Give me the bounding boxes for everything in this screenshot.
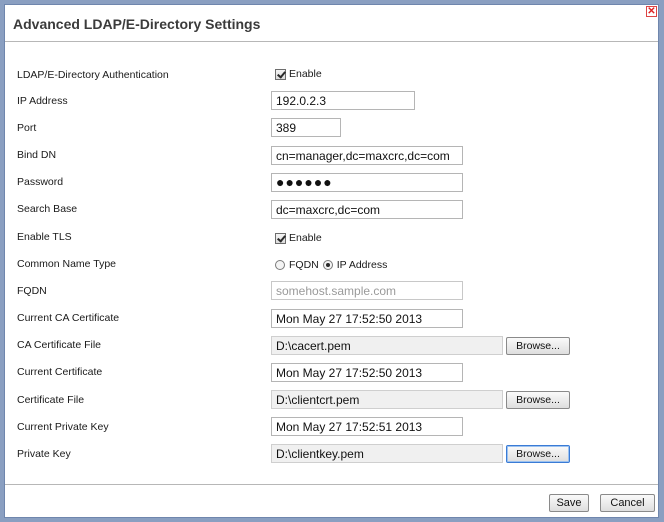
auth-enable-checkbox[interactable] [275,68,286,80]
search-base-label: Search Base [17,203,78,215]
current-ca-value [271,309,463,328]
save-button[interactable]: Save [549,494,589,512]
auth-enable-label: Enable [289,68,322,80]
cert-file-label: Certificate File [17,394,85,406]
ip-address-radio[interactable] [322,260,333,270]
fqdn-radio[interactable] [275,260,285,270]
title-bar: Advanced LDAP/E-Directory Settings [5,5,658,42]
ip-address-input[interactable] [271,91,415,110]
port-label: Port [17,122,37,134]
bind-dn-label: Bind DN [17,149,57,161]
ip-address-label: IP Address [17,95,68,107]
footer-divider [5,484,658,485]
private-key-input[interactable] [271,444,503,463]
current-ca-label: Current CA Certificate [17,312,120,324]
password-label: Password [17,176,64,188]
cancel-button[interactable]: Cancel [600,494,655,512]
port-input[interactable] [271,118,341,137]
ca-file-label: CA Certificate File [17,339,102,351]
ip-address-radio-label: IP Address [336,259,388,271]
auth-label: LDAP/E-Directory Authentication [17,69,169,81]
bind-dn-input[interactable] [271,146,463,165]
search-base-input[interactable] [271,200,463,219]
ldap-settings-dialog: Advanced LDAP/E-Directory Settings ✕ LDA… [4,4,659,518]
fqdn-radio-label: FQDN [289,259,319,271]
private-key-browse-button[interactable]: Browse... [506,445,570,463]
ca-file-input[interactable] [271,336,503,355]
password-input[interactable]: ●●●●●● [271,173,463,192]
cn-type-radio-group: FQDN IP Address [275,259,387,271]
tls-enable-checkbox[interactable] [275,232,286,244]
current-cert-label: Current Certificate [17,366,103,378]
cn-type-label: Common Name Type [17,258,117,270]
dialog-title: Advanced LDAP/E-Directory Settings [13,16,261,32]
fqdn-input[interactable] [271,281,463,300]
tls-enable-label: Enable [289,232,322,244]
current-key-value [271,417,463,436]
current-cert-value [271,363,463,382]
fqdn-label: FQDN [17,285,47,297]
ca-file-browse-button[interactable]: Browse... [506,337,570,355]
current-key-label: Current Private Key [17,421,109,433]
private-key-label: Private Key [17,448,71,460]
close-icon[interactable]: ✕ [646,6,657,17]
auth-enable-checkbox-row[interactable]: Enable [275,68,322,80]
tls-label: Enable TLS [17,231,72,243]
cert-file-input[interactable] [271,390,503,409]
cert-file-browse-button[interactable]: Browse... [506,391,570,409]
tls-enable-checkbox-row[interactable]: Enable [275,232,322,244]
